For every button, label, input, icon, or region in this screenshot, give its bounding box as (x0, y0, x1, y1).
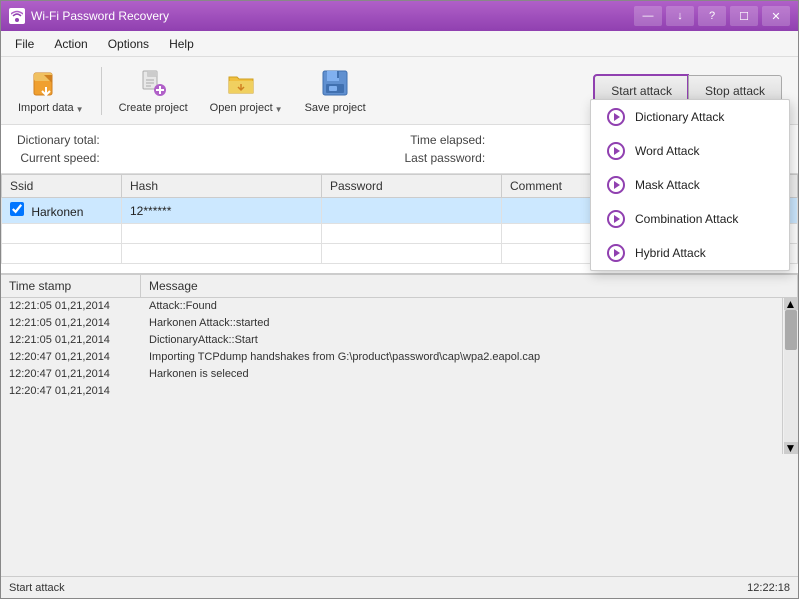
log-body[interactable]: 12:21:05 01,21,2014 Attack::Found 12:21:… (1, 298, 782, 454)
word-attack-icon (607, 142, 625, 160)
combination-attack-item[interactable]: Combination Attack (591, 202, 789, 236)
word-attack-item[interactable]: Word Attack (591, 134, 789, 168)
menu-bar: File Action Options Help (1, 31, 798, 57)
log-col-message: Message (141, 275, 798, 297)
log-timestamp-6: 12:20:47 01,21,2014 (1, 383, 141, 400)
log-rows-area: 12:21:05 01,21,2014 Attack::Found 12:21:… (1, 298, 798, 454)
log-table: 12:21:05 01,21,2014 Attack::Found 12:21:… (1, 298, 782, 400)
open-project-label: Open project (210, 102, 273, 114)
import-data-arrow[interactable]: ▼ (76, 105, 84, 114)
row-password (322, 198, 502, 224)
log-message-6 (141, 383, 782, 400)
close-button[interactable]: ✕ (762, 6, 790, 26)
log-area: Time stamp Message 12:21:05 01,21,2014 A… (1, 274, 798, 454)
row-ssid: Harkonen (2, 198, 122, 224)
log-timestamp-2: 12:21:05 01,21,2014 (1, 315, 141, 332)
dictionary-total-value (108, 133, 397, 147)
attack-dropdown-menu: Dictionary Attack Word Attack Mask Attac… (590, 99, 790, 271)
create-project-button[interactable]: Create project (110, 63, 197, 119)
import-data-icon (30, 67, 62, 99)
combination-attack-icon (607, 210, 625, 228)
create-project-label: Create project (119, 102, 188, 114)
log-row-3: 12:21:05 01,21,2014 DictionaryAttack::St… (1, 332, 782, 349)
toolbar-sep-1 (101, 67, 102, 115)
dictionary-attack-icon (607, 108, 625, 126)
menu-options[interactable]: Options (98, 34, 159, 54)
dictionary-attack-item[interactable]: Dictionary Attack (591, 100, 789, 134)
row-hash: 12****** (122, 198, 322, 224)
col-ssid: Ssid (2, 175, 122, 198)
log-message-3: DictionaryAttack::Start (141, 332, 782, 349)
status-left: Start attack (9, 582, 65, 594)
status-bar: Start attack 12:22:18 (1, 576, 798, 598)
scroll-thumb[interactable] (785, 310, 797, 350)
log-row-2: 12:21:05 01,21,2014 Harkonen Attack::sta… (1, 315, 782, 332)
scroll-up-button[interactable]: ▲ (784, 298, 798, 310)
status-right: 12:22:18 (747, 582, 790, 594)
menu-action[interactable]: Action (44, 34, 97, 54)
hybrid-attack-item[interactable]: Hybrid Attack (591, 236, 789, 270)
time-elapsed-label: Time elapsed: (404, 133, 485, 147)
save-project-icon (319, 67, 351, 99)
log-row-4: 12:20:47 01,21,2014 Importing TCPdump ha… (1, 349, 782, 366)
log-message-4: Importing TCPdump handshakes from G:\pro… (141, 349, 782, 366)
col-hash: Hash (122, 175, 322, 198)
app-title: Wi-Fi Password Recovery (31, 9, 634, 23)
dictionary-total-label: Dictionary total: (17, 133, 100, 147)
title-bar-controls: — ↓ ? ☐ ✕ (634, 6, 790, 26)
open-project-button[interactable]: Open project ▼ (201, 63, 292, 119)
help-button[interactable]: ? (698, 6, 726, 26)
scrollbar[interactable]: ▲ ▼ (782, 298, 798, 454)
menu-help[interactable]: Help (159, 34, 204, 54)
save-project-button[interactable]: Save project (296, 63, 375, 119)
import-data-label: Import data (18, 102, 74, 114)
row-checkbox[interactable] (10, 202, 24, 216)
log-timestamp-3: 12:21:05 01,21,2014 (1, 332, 141, 349)
log-header: Time stamp Message (1, 274, 798, 298)
log-message-2: Harkonen Attack::started (141, 315, 782, 332)
import-data-button[interactable]: Import data ▼ (9, 63, 93, 119)
app-window: Wi-Fi Password Recovery — ↓ ? ☐ ✕ File A… (0, 0, 799, 599)
open-project-arrow[interactable]: ▼ (275, 105, 283, 114)
log-timestamp-4: 12:20:47 01,21,2014 (1, 349, 141, 366)
hybrid-attack-icon (607, 244, 625, 262)
log-col-timestamp: Time stamp (1, 275, 141, 297)
log-row-5: 12:20:47 01,21,2014 Harkonen is seleced (1, 366, 782, 383)
title-bar: Wi-Fi Password Recovery — ↓ ? ☐ ✕ (1, 1, 798, 31)
scroll-down-button[interactable]: ▼ (784, 442, 798, 454)
current-speed-label: Current speed: (17, 151, 100, 165)
last-password-label: Last password: (404, 151, 485, 165)
scroll-track[interactable] (784, 310, 798, 442)
current-speed-value (108, 151, 397, 165)
log-row-1: 12:21:05 01,21,2014 Attack::Found (1, 298, 782, 315)
save-project-label: Save project (305, 102, 366, 114)
log-message-5: Harkonen is seleced (141, 366, 782, 383)
restore-button[interactable]: ☐ (730, 6, 758, 26)
log-message-1: Attack::Found (141, 298, 782, 315)
log-timestamp-5: 12:20:47 01,21,2014 (1, 366, 141, 383)
col-password: Password (322, 175, 502, 198)
mask-attack-item[interactable]: Mask Attack (591, 168, 789, 202)
mask-attack-icon (607, 176, 625, 194)
minimize-button[interactable]: — (634, 6, 662, 26)
app-icon (9, 8, 25, 24)
download-button[interactable]: ↓ (666, 6, 694, 26)
create-project-icon (137, 67, 169, 99)
toolbar: Import data ▼ Create project (1, 57, 798, 125)
log-timestamp-1: 12:21:05 01,21,2014 (1, 298, 141, 315)
open-project-icon (225, 67, 257, 99)
log-row-6: 12:20:47 01,21,2014 (1, 383, 782, 400)
menu-file[interactable]: File (5, 34, 44, 54)
